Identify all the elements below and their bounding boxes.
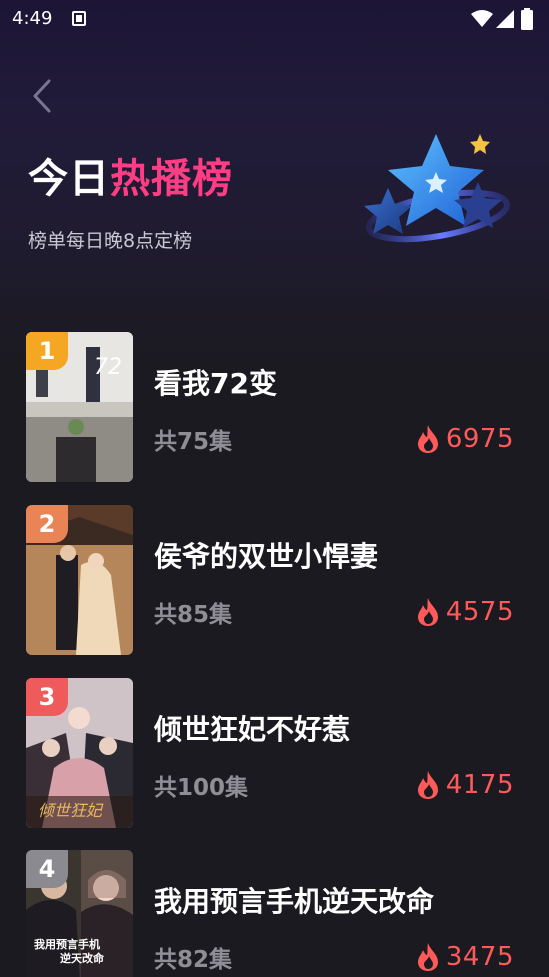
heat-score: 4175 xyxy=(416,770,514,800)
svg-text:倾世狂妃: 倾世狂妃 xyxy=(38,801,104,820)
heat-score: 4575 xyxy=(416,597,514,627)
fire-icon xyxy=(417,771,438,799)
rank-badge: 4 xyxy=(26,850,68,888)
rank-badge: 2 xyxy=(26,505,68,543)
svg-text:逆天改命: 逆天改命 xyxy=(60,951,105,965)
hot-ranking-screen: 4:49 今日热播榜 榜单每日晚8点定榜 72 1 看我72变 共75集 697… xyxy=(0,0,549,977)
battery-icon xyxy=(521,8,533,30)
fire-icon xyxy=(417,943,438,971)
page-title-prefix: 今日 xyxy=(28,156,110,202)
rank-badge: 1 xyxy=(26,332,68,370)
back-button[interactable] xyxy=(30,78,54,114)
app-notification-icon xyxy=(72,11,86,26)
show-title[interactable]: 我用预言手机逆天改命 xyxy=(154,880,434,920)
svg-text:72: 72 xyxy=(94,355,122,380)
episode-count: 共85集 xyxy=(154,602,233,628)
page-subtitle: 榜单每日晚8点定榜 xyxy=(28,230,193,252)
signal-icon xyxy=(496,10,514,28)
episode-count: 共82集 xyxy=(154,947,233,973)
ranking-item-4[interactable]: 我用预言手机 逆天改命 4 我用预言手机逆天改命 共82集 3475 xyxy=(0,850,549,977)
heat-value: 4175 xyxy=(445,770,514,800)
status-bar: 4:49 xyxy=(0,0,549,38)
fire-icon xyxy=(417,425,438,453)
ranking-item-3[interactable]: 倾世狂妃 3 倾世狂妃不好惹 共100集 4175 xyxy=(0,678,549,828)
episode-count: 共75集 xyxy=(154,429,233,455)
show-title[interactable]: 倾世狂妃不好惹 xyxy=(154,708,350,748)
show-title[interactable]: 看我72变 xyxy=(154,362,277,402)
show-cover[interactable]: 倾世狂妃 3 xyxy=(26,678,133,828)
show-cover[interactable]: 72 1 xyxy=(26,332,133,482)
heat-value: 4575 xyxy=(445,597,514,627)
stars-icon xyxy=(364,134,511,243)
wifi-icon xyxy=(471,10,493,27)
fire-icon xyxy=(417,598,438,626)
svg-text:我用预言手机: 我用预言手机 xyxy=(34,937,100,951)
heat-value: 3475 xyxy=(445,942,514,972)
show-title[interactable]: 侯爷的双世小悍妻 xyxy=(154,535,378,575)
show-cover[interactable]: 我用预言手机 逆天改命 4 xyxy=(26,850,133,977)
ranking-item-1[interactable]: 72 1 看我72变 共75集 6975 xyxy=(0,332,549,482)
status-time: 4:49 xyxy=(12,8,53,29)
page-title-highlight: 热播榜 xyxy=(110,156,233,202)
heat-value: 6975 xyxy=(445,424,514,454)
heat-score: 3475 xyxy=(416,942,514,972)
page-title: 今日热播榜 xyxy=(28,146,233,206)
ranking-item-2[interactable]: 2 侯爷的双世小悍妻 共85集 4575 xyxy=(0,505,549,655)
show-cover[interactable]: 2 xyxy=(26,505,133,655)
rank-badge: 3 xyxy=(26,678,68,716)
heat-score: 6975 xyxy=(416,424,514,454)
episode-count: 共100集 xyxy=(154,775,249,801)
